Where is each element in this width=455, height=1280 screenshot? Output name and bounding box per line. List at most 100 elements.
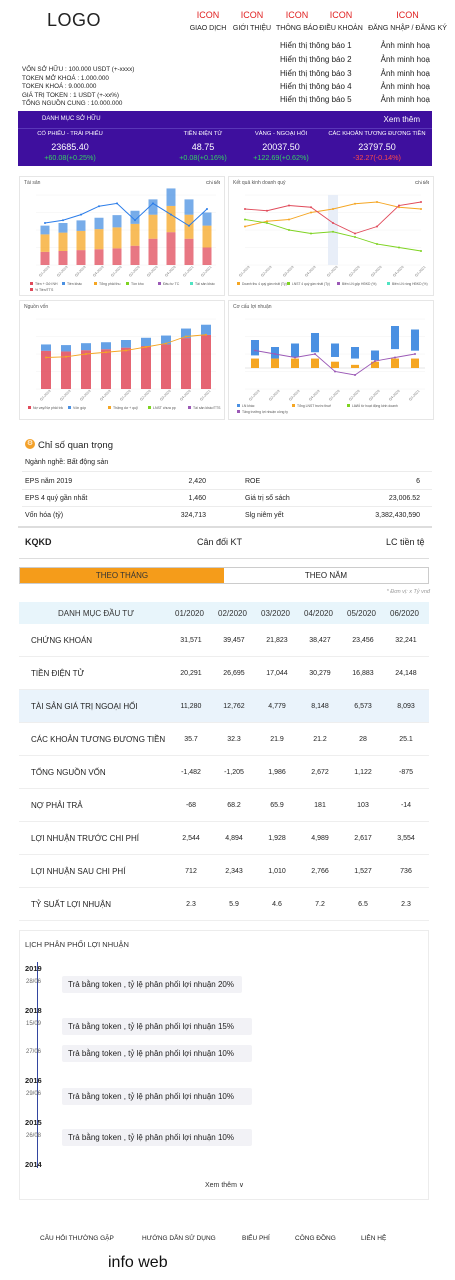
tick-label: Q2-2019 bbox=[59, 389, 71, 401]
table-cell: 2.3 bbox=[186, 901, 196, 908]
point bbox=[274, 353, 276, 355]
row-label: NỢ PHẢI TRẢ bbox=[31, 801, 83, 810]
footer-contact[interactable]: LIÊN HỆ bbox=[361, 1235, 386, 1242]
point bbox=[44, 222, 46, 224]
bar bbox=[76, 230, 86, 251]
bar bbox=[76, 220, 86, 231]
nav-login-label: ĐĂNG NHẬP / ĐĂNG KÝ bbox=[368, 25, 447, 32]
table-cell: 2,672 bbox=[311, 769, 329, 776]
point bbox=[244, 225, 246, 228]
nav-login[interactable]: ICON ĐĂNG NHẬP / ĐĂNG KÝ bbox=[365, 10, 450, 32]
point bbox=[414, 353, 416, 355]
history-more-button[interactable]: Xem thêm ∨ bbox=[205, 1181, 244, 1189]
footer-fees[interactable]: BIỂU PHÍ bbox=[242, 1235, 270, 1242]
tab-cashflow[interactable]: LC tiền tệ bbox=[386, 537, 425, 547]
notice-5[interactable]: Hiển thị thông báo 5 Ảnh minh hoạ bbox=[280, 94, 430, 106]
point bbox=[288, 204, 290, 207]
footer-faq[interactable]: CÂU HỎI THƯỜNG GẶP bbox=[40, 1235, 114, 1242]
portfolio-title: DANH MỤC SỞ HỮU bbox=[42, 116, 101, 122]
table-header-month: 01/2020 bbox=[175, 609, 204, 618]
tick-label: Q4-2019 bbox=[99, 389, 111, 401]
token-value: GIÁ TRỊ TOKEN : 1 USDT (+-xx%) bbox=[22, 91, 119, 99]
token-info: VỐN SỞ HỮU : 100.000 USDT (+-xxxx) TOKEN… bbox=[22, 66, 134, 109]
notice-2[interactable]: Hiển thị thông báo 2 Ảnh minh hoạ bbox=[280, 54, 430, 66]
row-divider bbox=[19, 920, 429, 921]
bar bbox=[58, 251, 68, 265]
table-cell: 8,148 bbox=[311, 703, 329, 710]
tick-label: Q2-2020 bbox=[139, 389, 151, 401]
point bbox=[266, 209, 268, 212]
logo[interactable]: LOGO bbox=[47, 10, 101, 31]
divider bbox=[22, 506, 432, 507]
bar bbox=[141, 337, 151, 347]
bar bbox=[351, 364, 359, 368]
tick-label: Q2-2020 bbox=[128, 265, 140, 277]
history-item[interactable]: Trả bằng token , tỷ lệ phân phối lợi nhu… bbox=[62, 1129, 252, 1146]
portfolio-gold-forex[interactable]: VÀNG - NGOẠI HỐI 20037.50 +122.69(+0.62%… bbox=[246, 131, 316, 162]
notice-1[interactable]: Hiển thị thông báo 1 Ảnh minh hoạ bbox=[280, 40, 430, 52]
nav-terms[interactable]: ICON ĐIỀU KHOẢN bbox=[311, 10, 371, 32]
bar bbox=[40, 251, 50, 265]
table-cell: 26,695 bbox=[223, 670, 245, 677]
year-label: 2018 bbox=[25, 1006, 42, 1015]
point bbox=[165, 342, 167, 345]
legend-swatch bbox=[94, 282, 97, 285]
footer-guide[interactable]: HƯỚNG DẪN SỬ DỤNG bbox=[142, 1235, 216, 1242]
portfolio-crypto[interactable]: TIỀN ĐIỆN TỬ 48.75 +0.08(+0.16%) bbox=[168, 131, 238, 162]
legend-label: LNST 4 quý gần nhất (Tỷ) bbox=[292, 282, 330, 286]
history-item[interactable]: Trả bằng token , tỷ lệ phân phối lợi nhu… bbox=[62, 1018, 252, 1035]
tick-label: Q4-2019 bbox=[304, 265, 316, 277]
notice-4[interactable]: Hiển thị thông báo 4 Ảnh minh hoạ bbox=[280, 81, 430, 93]
bar bbox=[202, 212, 212, 226]
history-item[interactable]: Trả bằng token , tỷ lệ phân phối lợi nhu… bbox=[62, 1088, 252, 1105]
bar bbox=[81, 343, 91, 351]
capital-chart: Q1-2019 Q2-2019 Q3-2019 Q4-2019 Q1-2020 Q2-20… bbox=[28, 318, 221, 410]
history-item[interactable]: Trả bằng token , tỷ lệ phân phối lợi nhu… bbox=[62, 1045, 252, 1062]
unit-note: * Đơn vị: x Tỷ vnđ bbox=[386, 589, 430, 595]
notice-3[interactable]: Hiển thị thông báo 3 Ảnh minh hoạ bbox=[280, 68, 430, 80]
notice-text: Hiển thị thông báo 1 bbox=[280, 41, 352, 50]
portfolio-more-link[interactable]: Xem thêm bbox=[384, 115, 420, 124]
tick-label: Q3-2019 bbox=[282, 265, 294, 277]
table-cell: 2,766 bbox=[311, 868, 329, 875]
date-label: 26/08 bbox=[26, 1133, 42, 1139]
bar bbox=[201, 334, 211, 389]
indicator-icon: ⚙ bbox=[25, 439, 35, 449]
tab-balance[interactable]: Cân đối KT bbox=[197, 537, 242, 547]
legend-label: Đầu tư TC bbox=[163, 282, 180, 286]
bar bbox=[184, 238, 194, 265]
table-cell: 103 bbox=[357, 802, 369, 809]
table-cell: 1,928 bbox=[268, 835, 286, 842]
series-line bbox=[44, 202, 208, 227]
bar bbox=[148, 199, 158, 215]
bar bbox=[148, 214, 158, 239]
notice-image: Ảnh minh hoạ bbox=[380, 69, 430, 78]
period-toggle: THEO THÁNG THEO NĂM bbox=[19, 567, 429, 584]
row-label: TỔNG NGUỒN VỐN bbox=[31, 768, 106, 777]
tick-label: Q2-2021 bbox=[200, 265, 212, 277]
table-cell: -1,482 bbox=[181, 769, 201, 776]
period-year[interactable]: THEO NĂM bbox=[224, 568, 428, 583]
table-cell: 8,093 bbox=[397, 703, 415, 710]
bar bbox=[311, 358, 319, 368]
table-cell: 2,343 bbox=[225, 868, 243, 875]
table-cell: 712 bbox=[185, 868, 197, 875]
bar bbox=[166, 232, 176, 265]
point bbox=[354, 202, 356, 205]
cell-change: +122.69(+0.62%) bbox=[253, 153, 309, 162]
bar bbox=[251, 340, 259, 356]
history-item[interactable]: Trả bằng token , tỷ lệ phân phối lợi nhu… bbox=[62, 976, 242, 993]
legend-label: Lãi/lỗ từ hoạt động kinh doanh bbox=[352, 403, 398, 408]
legend-label: Tổng phải thu bbox=[99, 282, 120, 286]
portfolio-stocks[interactable]: CỔ PHIẾU - TRÁI PHIẾU 23685.40 +60.08(+0… bbox=[20, 131, 120, 162]
bar bbox=[94, 217, 104, 230]
table-cell: 2,617 bbox=[354, 835, 372, 842]
period-month[interactable]: THEO THÁNG bbox=[20, 568, 224, 583]
table-cell: 6,573 bbox=[354, 703, 372, 710]
table-cell: 35.7 bbox=[184, 736, 198, 743]
portfolio-cash-equivalents[interactable]: CÁC KHOẢN TƯƠNG ĐƯƠNG TIỀN 23797.50 -32.… bbox=[324, 131, 430, 162]
footer-community[interactable]: CÔNG ĐỒNG bbox=[295, 1235, 336, 1242]
point bbox=[205, 333, 207, 336]
tab-income[interactable]: KQKD bbox=[25, 537, 52, 547]
legend-swatch bbox=[190, 282, 193, 285]
